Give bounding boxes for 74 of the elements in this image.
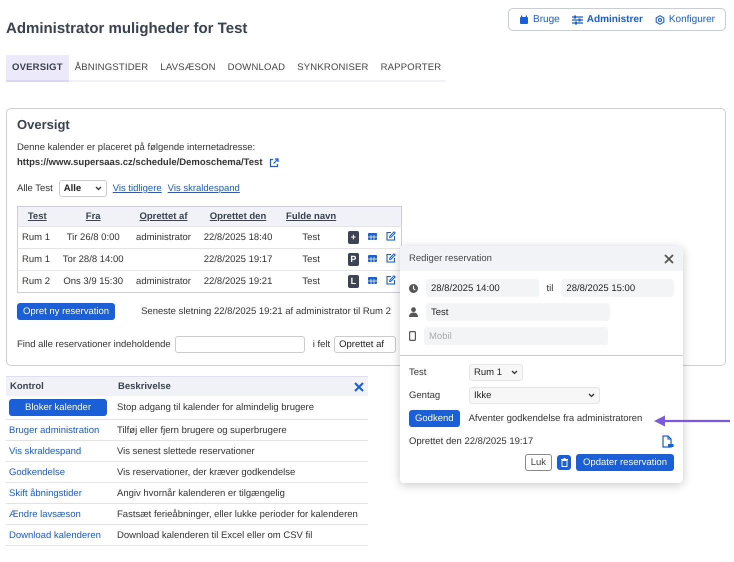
link[interactable]: Vis skraldespand [168, 183, 240, 194]
repeat-label: Gentag [409, 390, 442, 401]
description-cell: Vis reservationer, der kræver godkendelse [114, 462, 368, 482]
approval-status: Afventer godkendelse fra administratoren [468, 413, 642, 424]
column-header: Beskrivelse [118, 381, 171, 392]
table-cell: 22/8/2025 19:17 [197, 248, 279, 270]
field-label: i felt [312, 339, 330, 350]
resource-label: Test [409, 367, 428, 378]
repeat-select[interactable]: Ikke [469, 387, 600, 404]
status-badge: + [348, 231, 359, 244]
search-label: Find alle reservationer indeholdende [17, 339, 171, 350]
tab[interactable]: LAVSÆSON [154, 55, 222, 80]
resource-select[interactable]: Rum 1 [469, 364, 523, 381]
tab[interactable]: SYNKRONISER [291, 55, 375, 80]
last-deletion-text: Seneste sletning 22/8/2025 19:21 af administrator til Rum 2 [141, 306, 391, 317]
control-link[interactable]: Ændre lavsæson [9, 508, 81, 520]
description-cell: Angiv hvornår kalenderen er tilgængelig [114, 482, 368, 504]
table-cell: Rum 2 [18, 270, 56, 292]
table-cell: administrator [130, 226, 198, 248]
status-badge: P [348, 253, 359, 266]
description-cell: Download kalenderen til Excel eller om CSV fil [114, 524, 368, 546]
view-button[interactable]: Konfigurer [654, 14, 715, 25]
status-badge: L [348, 275, 359, 288]
created-text: Oprettet den 22/8/2025 19:17 [409, 436, 534, 447]
table-cell: Rum 1 [18, 226, 56, 248]
approve-button[interactable]: Godkend [409, 410, 460, 427]
name-field[interactable]: Test [426, 303, 610, 321]
calendar-url: https://www.supersaas.cz/schedule/Demoschema/Test [17, 157, 262, 168]
dialog-title: Rediger reservation [409, 253, 492, 264]
start-field[interactable]: 28/8/2025 14:00 [426, 279, 539, 297]
column-header[interactable]: Oprettet den [197, 206, 279, 226]
table-cell: Tir 26/8 0:00 [56, 226, 130, 248]
control-link[interactable]: Godkendelse [9, 466, 65, 478]
new-reservation-button[interactable]: Opret ny reservation [17, 303, 116, 320]
description-cell: Tilføj eller fjern brugere og superbrugere [114, 420, 368, 440]
table-cell: Ons 3/9 15:30 [56, 270, 130, 292]
filter-label: Alle Test [17, 183, 53, 194]
column-header[interactable]: Fulde navn [279, 206, 344, 226]
tab[interactable]: ÅBNINGSTIDER [68, 55, 154, 80]
filter-select[interactable]: Alle [58, 180, 107, 197]
description-cell: Stop adgang til kalender for almindelig brugere [114, 396, 368, 420]
table-cell: Test [279, 270, 344, 292]
to-label: til [546, 282, 554, 294]
control-link[interactable]: Skift åbningstider [9, 488, 82, 498]
column-header[interactable]: Fra [56, 206, 130, 226]
table-cell: Tor 28/8 14:00 [56, 248, 130, 270]
table-cell: Test [279, 226, 344, 248]
table-cell: 22/8/2025 18:40 [197, 226, 279, 248]
control-link[interactable]: Download kalenderen [9, 530, 101, 540]
view-button[interactable]: Bruge [519, 14, 560, 25]
description-cell: Fastsæt ferieåbninger, eller lukke perioder for kalenderen [114, 504, 368, 524]
table-cell: Rum 1 [18, 248, 56, 270]
tab[interactable]: DOWNLOAD [222, 55, 292, 80]
table-cell: Test [279, 248, 344, 270]
table-cell: 22/8/2025 19:21 [197, 270, 279, 292]
intro-text: Denne kalender er placeret på følgende internetadresse: [17, 142, 256, 153]
page-title: Administrator muligheder for Test [6, 20, 248, 37]
view-button[interactable]: Administrer [572, 14, 643, 25]
table-cell: administrator [130, 270, 198, 292]
description-cell: Vis senest slettede reservationer [114, 440, 368, 462]
column-header[interactable]: Test [18, 206, 56, 226]
field-select[interactable]: Oprettet af [334, 336, 396, 353]
link[interactable]: Vis tidligere [112, 183, 162, 194]
tab[interactable]: OVERSIGT [6, 55, 69, 82]
end-field[interactable]: 28/8/2025 15:00 [561, 279, 674, 297]
close-button[interactable]: Luk [524, 454, 552, 471]
update-button[interactable]: Opdater reservation [576, 454, 674, 471]
tab[interactable]: RAPPORTER [374, 55, 448, 80]
column-header: Kontrol [6, 376, 114, 396]
block-calendar-button[interactable]: Bloker kalender [9, 399, 107, 416]
control-link[interactable]: Vis skraldespand [9, 446, 82, 456]
panel-title: Oversigt [17, 117, 71, 132]
column-header[interactable]: Oprettet af [130, 206, 198, 226]
control-link[interactable]: Bruger administration [9, 424, 100, 436]
